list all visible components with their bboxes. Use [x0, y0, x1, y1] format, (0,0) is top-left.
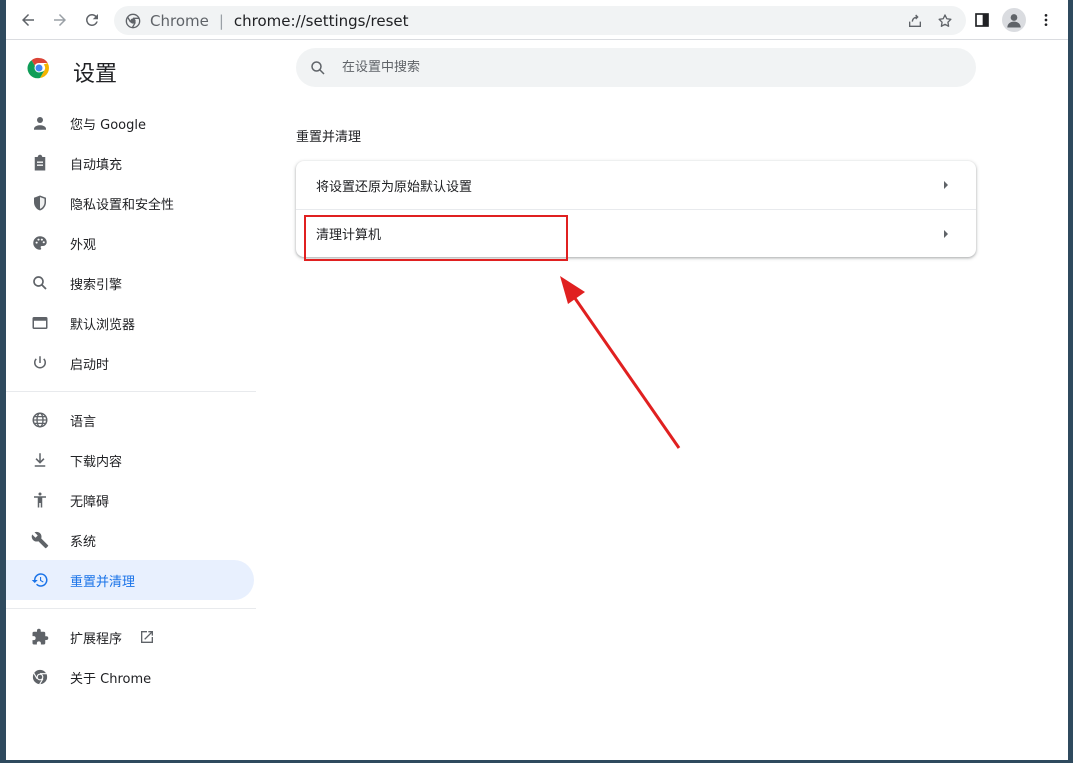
browser-window-icon	[30, 313, 50, 333]
side-panel-icon	[975, 13, 989, 27]
search-icon	[308, 58, 328, 78]
chrome-icon	[30, 667, 50, 687]
puzzle-icon	[30, 627, 50, 647]
search-icon	[30, 273, 50, 293]
clean-up-computer-row[interactable]: 清理计算机	[296, 209, 976, 257]
annotation-arrow-icon	[560, 276, 681, 449]
forward-arrow-icon	[54, 13, 66, 26]
sidebar-item-appearance[interactable]: 外观	[6, 223, 254, 263]
sidebar-item-label: 下载内容	[70, 454, 123, 470]
settings-search-box[interactable]	[296, 48, 976, 87]
sidebar-item-label: 外观	[70, 237, 97, 253]
sidebar-item-on-startup[interactable]: 启动时	[6, 343, 254, 383]
palette-icon	[30, 233, 50, 253]
sidebar-item-label: 搜索引擎	[70, 277, 123, 293]
sidebar-item-label: 系统	[70, 534, 97, 550]
sidebar-item-autofill[interactable]: 自动填充	[6, 143, 254, 183]
bookmark-button[interactable]	[934, 10, 956, 32]
arrow-right-icon	[940, 228, 952, 240]
sidebar-item-search-engine[interactable]: 搜索引擎	[6, 263, 254, 303]
sidebar-item-you-and-google[interactable]: 您与 Google	[6, 103, 254, 143]
section-title: 重置并清理	[296, 130, 362, 145]
chrome-logo-icon	[27, 57, 49, 79]
sidebar-item-label: 您与 Google	[70, 117, 146, 133]
sidebar-item-system[interactable]: 系统	[6, 520, 254, 560]
power-icon	[30, 353, 50, 373]
arrow-right-icon	[940, 179, 952, 191]
sidebar-item-accessibility[interactable]: 无障碍	[6, 480, 254, 520]
back-button[interactable]	[14, 6, 42, 34]
sidebar-item-label: 无障碍	[70, 494, 110, 510]
omnibox-separator: |	[218, 11, 224, 30]
sidebar-item-reset-and-cleanup[interactable]: 重置并清理	[6, 560, 254, 600]
clipboard-icon	[30, 153, 50, 173]
reload-icon	[86, 13, 98, 26]
sidebar-item-label: 默认浏览器	[70, 317, 136, 333]
sidebar-item-label: 语言	[70, 414, 97, 430]
sidebar-item-languages[interactable]: 语言	[6, 400, 254, 440]
download-icon	[30, 450, 50, 470]
sidebar-item-label: 自动填充	[70, 157, 123, 173]
menu-button[interactable]	[1032, 6, 1060, 34]
share-button[interactable]	[904, 10, 926, 32]
open-in-new-icon	[138, 628, 156, 646]
sidebar-item-default-browser[interactable]: 默认浏览器	[6, 303, 254, 343]
back-arrow-icon	[22, 13, 34, 26]
sidebar-item-about-chrome[interactable]: 关于 Chrome	[6, 657, 254, 697]
sidebar-item-label: 关于 Chrome	[70, 671, 152, 687]
profile-button[interactable]	[1000, 6, 1028, 34]
sidebar-item-label: 重置并清理	[70, 574, 136, 590]
reload-button[interactable]	[78, 6, 106, 34]
sidebar: 您与 Google 自动填充 隐私设置和安全性 外观 搜索引擎 默认浏览器 启动…	[6, 103, 256, 697]
row-label: 清理计算机	[316, 228, 382, 243]
browser-window: Chrome | chrome://settings/reset 设置 在设置中…	[6, 0, 1068, 760]
share-icon	[909, 14, 921, 27]
address-bar[interactable]: Chrome | chrome://settings/reset	[114, 6, 966, 35]
sidebar-item-label: 启动时	[70, 357, 110, 373]
wrench-icon	[30, 530, 50, 550]
site-name: Chrome	[150, 11, 209, 30]
sidebar-divider	[6, 608, 256, 609]
person-icon	[30, 113, 50, 133]
row-label: 将设置还原为原始默认设置	[316, 179, 473, 195]
more-vert-icon	[1044, 14, 1048, 26]
chrome-site-icon	[124, 12, 142, 30]
sidebar-item-downloads[interactable]: 下载内容	[6, 440, 254, 480]
shield-icon	[30, 193, 50, 213]
star-icon	[938, 14, 952, 27]
avatar	[1002, 8, 1026, 32]
browser-toolbar: Chrome | chrome://settings/reset	[6, 0, 1068, 40]
search-input[interactable]	[342, 60, 902, 75]
url-text: chrome://settings/reset	[233, 11, 409, 30]
sidebar-item-extensions[interactable]: 扩展程序	[6, 617, 254, 657]
sidebar-item-privacy[interactable]: 隐私设置和安全性	[6, 183, 254, 223]
page-title: 设置	[73, 62, 118, 87]
restore-defaults-row[interactable]: 将设置还原为原始默认设置	[296, 161, 976, 209]
sidebar-item-label: 隐私设置和安全性	[70, 197, 175, 213]
sidebar-item-label: 扩展程序	[70, 631, 123, 647]
accessibility-icon	[30, 490, 50, 510]
restore-icon	[30, 570, 50, 590]
side-panel-button[interactable]	[968, 6, 996, 34]
avatar-person-icon	[1007, 14, 1021, 28]
forward-button[interactable]	[46, 6, 74, 34]
reset-settings-card: 将设置还原为原始默认设置 清理计算机	[296, 161, 976, 257]
globe-icon	[30, 410, 50, 430]
sidebar-divider	[6, 391, 256, 392]
